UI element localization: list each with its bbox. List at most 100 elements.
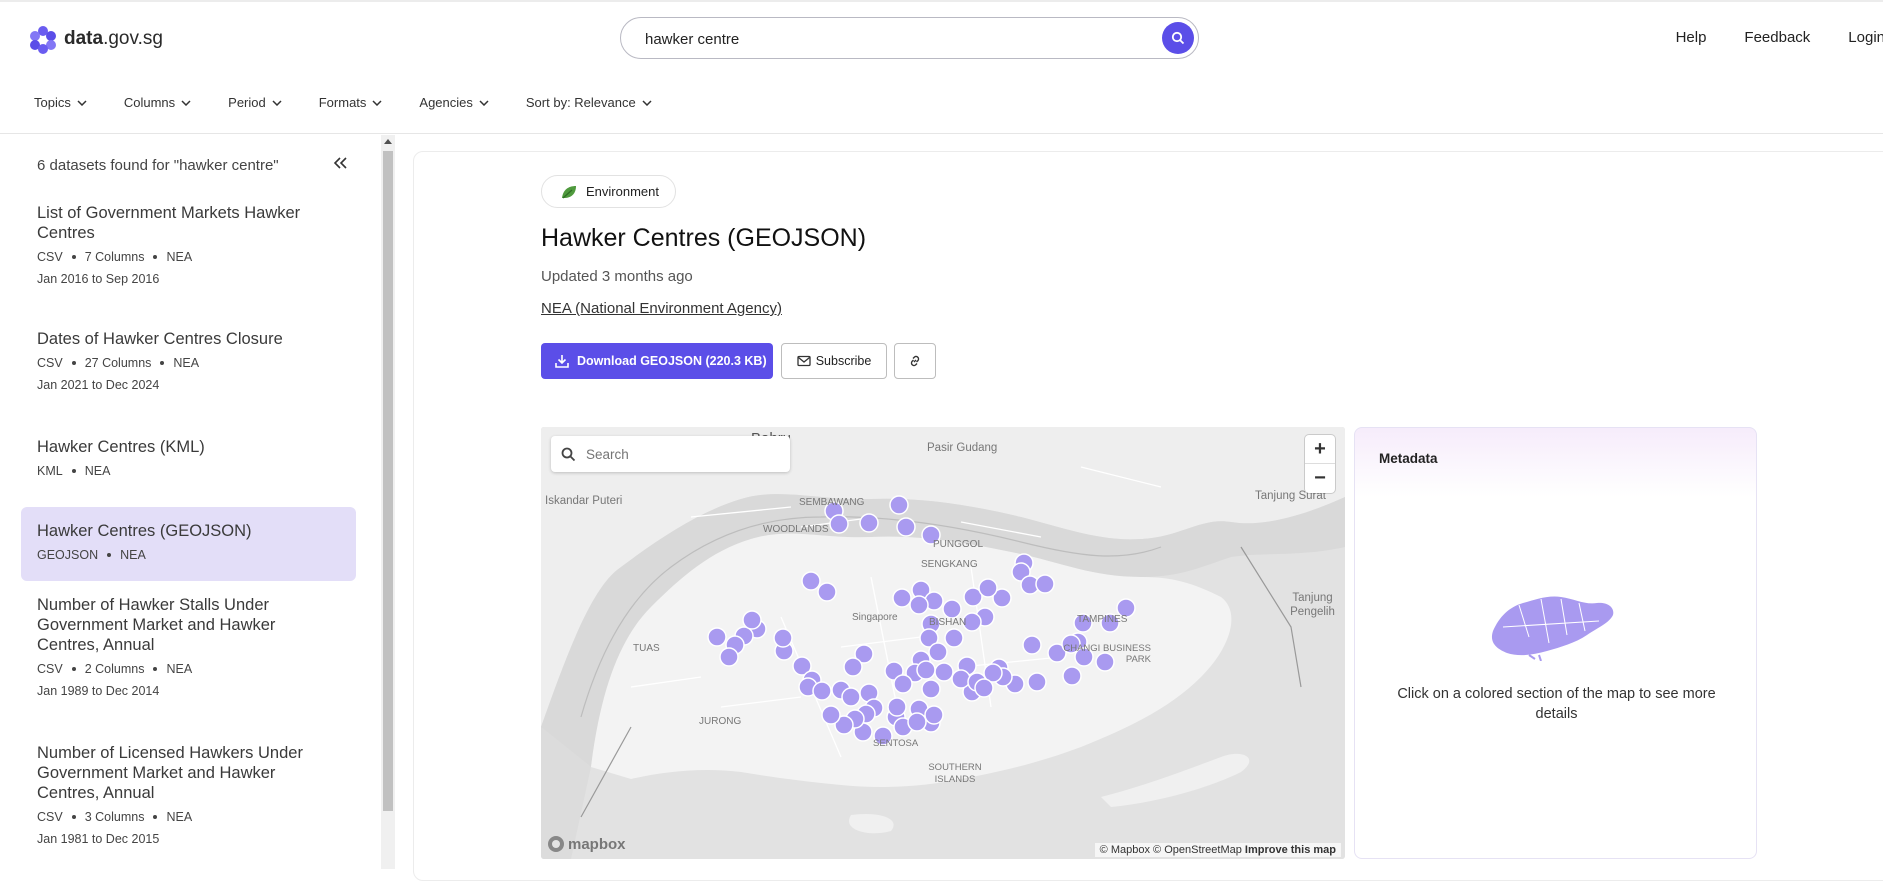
download-icon	[555, 355, 569, 368]
osm-credit-link[interactable]: © OpenStreetMap	[1153, 844, 1242, 856]
search-button[interactable]	[1162, 22, 1194, 54]
dataset-title: Dates of Hawker Centres Closure	[37, 330, 283, 348]
zoom-controls: + −	[1305, 435, 1335, 493]
sidebar-scrollbar[interactable]	[381, 135, 395, 869]
map-label: TUAS	[633, 643, 660, 654]
help-link[interactable]: Help	[1676, 29, 1707, 46]
dataset-dates: Jan 1989 to Dec 2014	[37, 684, 160, 698]
dataset-meta: KML NEA	[37, 464, 111, 478]
hawker-marker[interactable]	[896, 517, 916, 537]
hawker-marker[interactable]	[707, 627, 727, 647]
hawker-marker[interactable]	[812, 681, 832, 701]
hawker-marker[interactable]	[924, 705, 944, 725]
map-label: TAMPINES	[1077, 614, 1128, 625]
dataset-meta: CSV 27 Columns NEA	[37, 356, 200, 370]
list-item[interactable]: Number of Hawker Stalls Under Government…	[21, 595, 356, 743]
hawker-marker[interactable]	[1022, 635, 1042, 655]
map-label: Pasir Gudang	[927, 442, 998, 454]
hawker-marker[interactable]	[817, 582, 837, 602]
hawker-marker[interactable]	[892, 588, 912, 608]
copy-link-button[interactable]	[894, 343, 936, 379]
filter-period[interactable]: Period	[228, 95, 282, 110]
hawker-marker[interactable]	[916, 660, 936, 680]
filter-agencies[interactable]: Agencies	[419, 95, 489, 110]
hawker-marker[interactable]	[843, 657, 863, 677]
hawker-marker[interactable]	[942, 599, 962, 619]
login-link[interactable]: Login	[1848, 29, 1883, 46]
subscribe-button[interactable]: Subscribe	[781, 343, 887, 379]
mapbox-logo[interactable]: mapbox	[547, 835, 626, 853]
mapbox-icon	[548, 836, 564, 852]
hawker-marker[interactable]	[1035, 574, 1055, 594]
hawker-marker[interactable]	[859, 513, 879, 533]
map-view[interactable]: Bahru Pasir Gudang Iskandar Puteri Tanju…	[541, 427, 1345, 859]
map-label: WOODLANDS	[763, 524, 829, 535]
scrollbar-thumb[interactable]	[383, 151, 393, 811]
map-label: SENTOSA	[873, 738, 919, 749]
hawker-marker[interactable]	[921, 679, 941, 699]
page-title: Hawker Centres (GEOJSON)	[541, 224, 867, 252]
mapbox-credit-link[interactable]: © Mapbox	[1100, 844, 1150, 856]
hawker-marker[interactable]	[841, 687, 861, 707]
hawker-marker[interactable]	[928, 642, 948, 662]
scroll-up-arrow-icon[interactable]	[384, 139, 392, 144]
dataset-title: List of Government Markets Hawker Centre…	[37, 204, 301, 242]
hawker-marker[interactable]	[978, 578, 998, 598]
hawker-marker[interactable]	[1062, 666, 1082, 686]
site-logo[interactable]: data.gov.sg	[28, 24, 163, 54]
filter-columns[interactable]: Columns	[124, 95, 191, 110]
hawker-marker[interactable]	[719, 647, 739, 667]
topic-chip[interactable]: Environment	[541, 175, 676, 208]
filter-bar: Topics Columns Period Formats Agencies S…	[34, 95, 689, 110]
hawker-marker[interactable]	[801, 571, 821, 591]
list-item-active[interactable]: Hawker Centres (GEOJSON) GEOJSON NEA	[21, 507, 356, 581]
top-navigation: data.gov.sg Help Feedback Login Topics C…	[0, 0, 1883, 134]
map-attribution: © Mapbox © OpenStreetMap Improve this ma…	[1094, 843, 1341, 857]
hawker-marker[interactable]	[1027, 672, 1047, 692]
hawker-marker[interactable]	[887, 697, 907, 717]
hawker-marker[interactable]	[821, 705, 841, 725]
hawker-marker[interactable]	[889, 495, 909, 515]
collapse-sidebar-button[interactable]	[332, 155, 350, 176]
hawker-marker[interactable]	[773, 628, 793, 648]
agency-link[interactable]: NEA (National Environment Agency)	[541, 300, 782, 317]
logo-icon	[30, 26, 56, 54]
hawker-marker[interactable]	[951, 669, 971, 689]
global-search	[620, 17, 1199, 59]
dataset-title: Hawker Centres (GEOJSON)	[37, 522, 252, 540]
zoom-out-button[interactable]: −	[1305, 464, 1335, 493]
map-search-input[interactable]	[586, 446, 766, 462]
results-count: 6 datasets found for "hawker centre"	[37, 157, 279, 174]
hawker-marker[interactable]	[934, 662, 954, 682]
leaf-icon	[562, 185, 576, 198]
hawker-marker[interactable]	[742, 610, 762, 630]
download-button[interactable]: Download GEOJSON (220.3 KB)	[541, 343, 773, 379]
map-label: Iskandar Puteri	[545, 495, 623, 507]
dataset-dates: Jan 2016 to Sep 2016	[37, 272, 160, 286]
hawker-marker[interactable]	[893, 674, 913, 694]
metadata-panel: Metadata Click on a colored section of t…	[1354, 427, 1757, 859]
list-item[interactable]: List of Government Markets Hawker Centre…	[21, 203, 356, 329]
list-item[interactable]: Dates of Hawker Centres Closure CSV 27 Co…	[21, 329, 356, 437]
chevron-down-icon	[642, 99, 652, 106]
filter-topics[interactable]: Topics	[34, 95, 87, 110]
hawker-marker[interactable]	[944, 628, 964, 648]
zoom-in-button[interactable]: +	[1305, 435, 1335, 464]
search-icon	[561, 447, 576, 461]
filter-sort[interactable]: Sort by: Relevance	[526, 95, 652, 110]
list-item[interactable]: Number of Licensed Hawkers Under Governm…	[21, 743, 356, 873]
hawker-marker[interactable]	[907, 712, 927, 732]
dataset-meta: GEOJSON NEA	[37, 548, 146, 562]
map-label: SEMBAWANG	[799, 497, 865, 508]
feedback-link[interactable]: Feedback	[1744, 29, 1810, 46]
search-icon	[1171, 31, 1185, 45]
hawker-marker[interactable]	[974, 678, 994, 698]
search-input[interactable]	[645, 28, 1125, 50]
singapore-map-icon[interactable]	[1489, 591, 1617, 661]
filter-formats[interactable]: Formats	[319, 95, 383, 110]
list-item[interactable]: Hawker Centres (KML) KML NEA	[21, 437, 356, 507]
improve-map-link[interactable]: Improve this map	[1245, 844, 1336, 856]
hawker-marker[interactable]	[909, 595, 929, 615]
hawker-marker[interactable]	[829, 514, 849, 534]
map-label: Singapore	[852, 612, 898, 623]
